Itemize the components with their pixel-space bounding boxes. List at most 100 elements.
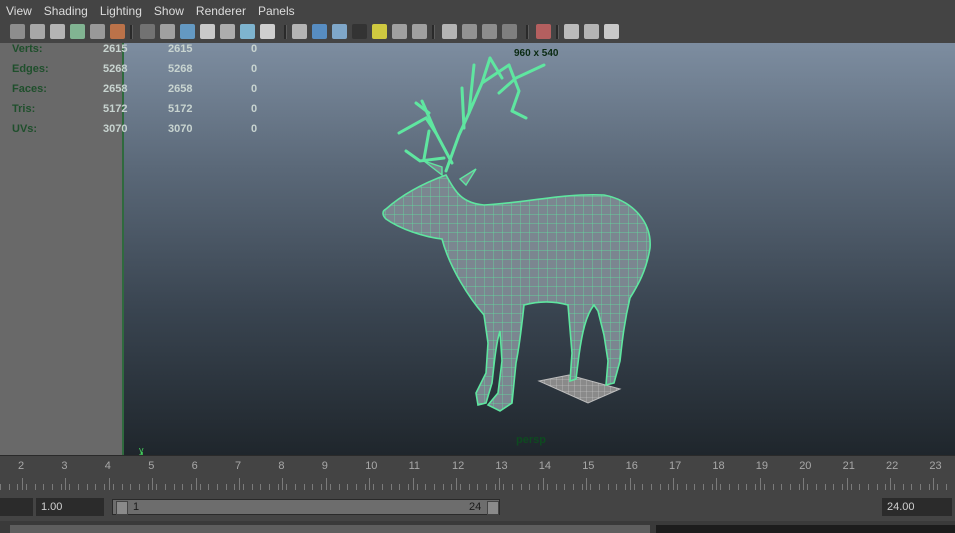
- frame-tick: [846, 478, 848, 490]
- subframe-tick: [859, 484, 861, 490]
- toolbar-separator: [556, 25, 559, 39]
- bookmark-icon[interactable]: [50, 24, 65, 39]
- resolution-gate-icon[interactable]: [482, 24, 497, 39]
- subframe-tick: [130, 484, 132, 490]
- toolbar-separator: [284, 25, 287, 39]
- subframe-tick: [746, 484, 748, 490]
- animation-end-field[interactable]: 24.00: [882, 498, 952, 516]
- image-plane-icon[interactable]: [412, 24, 427, 39]
- camera-attr-icon[interactable]: [372, 24, 387, 39]
- subframe-tick: [807, 484, 809, 490]
- shadows-icon[interactable]: [260, 24, 275, 39]
- wireframe-icon[interactable]: [536, 24, 551, 39]
- menu-view[interactable]: View: [6, 4, 32, 18]
- wireframe-icon[interactable]: [180, 24, 195, 39]
- subframe-tick: [34, 484, 36, 490]
- menu-lighting[interactable]: Lighting: [100, 4, 142, 18]
- menu-panels[interactable]: Panels: [258, 4, 295, 18]
- hud-stat-value: 0: [251, 123, 258, 135]
- toolbar-separator: [526, 25, 529, 39]
- camera-icon[interactable]: [352, 24, 367, 39]
- frame-label: 2: [18, 460, 25, 472]
- textured-icon[interactable]: [584, 24, 599, 39]
- subframe-tick: [868, 484, 869, 490]
- antlers: [397, 56, 546, 173]
- use-lights-icon[interactable]: [604, 24, 619, 39]
- range-handle-end[interactable]: [487, 501, 499, 515]
- hud-stat-value: 0: [251, 43, 258, 55]
- symmetry-icon[interactable]: [332, 24, 347, 39]
- subframe-tick: [590, 484, 592, 490]
- subframe-tick: [451, 484, 453, 490]
- camera-attr-icon[interactable]: [30, 24, 45, 39]
- command-input[interactable]: [10, 525, 650, 533]
- subframe-tick: [711, 484, 713, 490]
- subframe-tick: [824, 484, 826, 490]
- subframe-tick: [373, 484, 375, 490]
- smooth-shade-icon[interactable]: [564, 24, 579, 39]
- frame-tick: [499, 478, 501, 490]
- subframe-tick: [164, 484, 166, 490]
- frame-tick: [542, 478, 544, 490]
- subframe-tick: [685, 484, 687, 490]
- time-slider[interactable]: 2 3 4 5 6 7 8 9 10 11 12 13 14 15 16 17 18 19 20 21 22 23: [0, 455, 955, 494]
- subframe-tick: [555, 484, 557, 490]
- hud-stat-value: 2658: [168, 83, 193, 95]
- result-line: [656, 525, 955, 533]
- frame-label: 22: [886, 460, 899, 472]
- film-gate-icon[interactable]: [462, 24, 477, 39]
- xray-icon[interactable]: [502, 24, 517, 39]
- frame-label: 7: [235, 460, 242, 472]
- subframe-tick: [477, 484, 479, 490]
- subframe-tick: [138, 484, 140, 490]
- subframe-tick: [17, 484, 19, 490]
- subframe-tick: [60, 484, 62, 490]
- menu-show[interactable]: Show: [154, 4, 184, 18]
- range-start-empty-field[interactable]: [0, 498, 33, 516]
- subframe-tick: [407, 484, 409, 490]
- range-slider-start-label: 1: [133, 501, 140, 513]
- subframe-tick: [338, 484, 340, 490]
- menu-renderer[interactable]: Renderer: [196, 4, 246, 18]
- camera-icon[interactable]: [10, 24, 25, 39]
- xray-icon[interactable]: [160, 24, 175, 39]
- subframe-tick: [217, 484, 218, 490]
- range-slider-end-label: 24: [469, 501, 482, 513]
- subframe-tick: [364, 484, 366, 490]
- smooth-shade-icon[interactable]: [200, 24, 215, 39]
- range-handle-start[interactable]: [116, 501, 128, 515]
- menu-shading[interactable]: Shading: [44, 4, 88, 18]
- subframe-tick: [694, 484, 696, 490]
- snapshot-icon[interactable]: [312, 24, 327, 39]
- frame-tick: [152, 478, 154, 490]
- frame-tick: [456, 478, 457, 490]
- subframe-tick: [512, 484, 514, 490]
- frame-label: 21: [842, 460, 855, 472]
- isolate-icon[interactable]: [292, 24, 307, 39]
- frame-tick: [673, 478, 674, 490]
- textured-icon[interactable]: [220, 24, 235, 39]
- frame-tick: [890, 478, 891, 490]
- animation-start-field[interactable]: 1.00: [36, 498, 104, 516]
- subframe-tick: [737, 484, 739, 490]
- subframe-tick: [52, 484, 54, 490]
- bookmark-icon[interactable]: [392, 24, 407, 39]
- grid-icon[interactable]: [442, 24, 457, 39]
- subframe-tick: [208, 484, 210, 490]
- playback-range-slider[interactable]: 1 24: [112, 499, 500, 515]
- film-gate-icon[interactable]: [110, 24, 125, 39]
- subframe-tick: [295, 484, 297, 490]
- frame-label: 3: [61, 460, 68, 472]
- use-lights-icon[interactable]: [240, 24, 255, 39]
- frame-tick: [108, 478, 110, 490]
- frame-label: 9: [321, 460, 328, 472]
- subframe-tick: [789, 484, 791, 490]
- grid-icon[interactable]: [90, 24, 105, 39]
- frame-tick: [369, 478, 371, 490]
- subframe-tick: [303, 484, 305, 490]
- subframe-tick: [720, 484, 722, 490]
- hud-stat-label: Tris:: [12, 103, 36, 115]
- resolution-gate-icon[interactable]: [140, 24, 155, 39]
- image-plane-icon[interactable]: [70, 24, 85, 39]
- subframe-tick: [911, 484, 913, 490]
